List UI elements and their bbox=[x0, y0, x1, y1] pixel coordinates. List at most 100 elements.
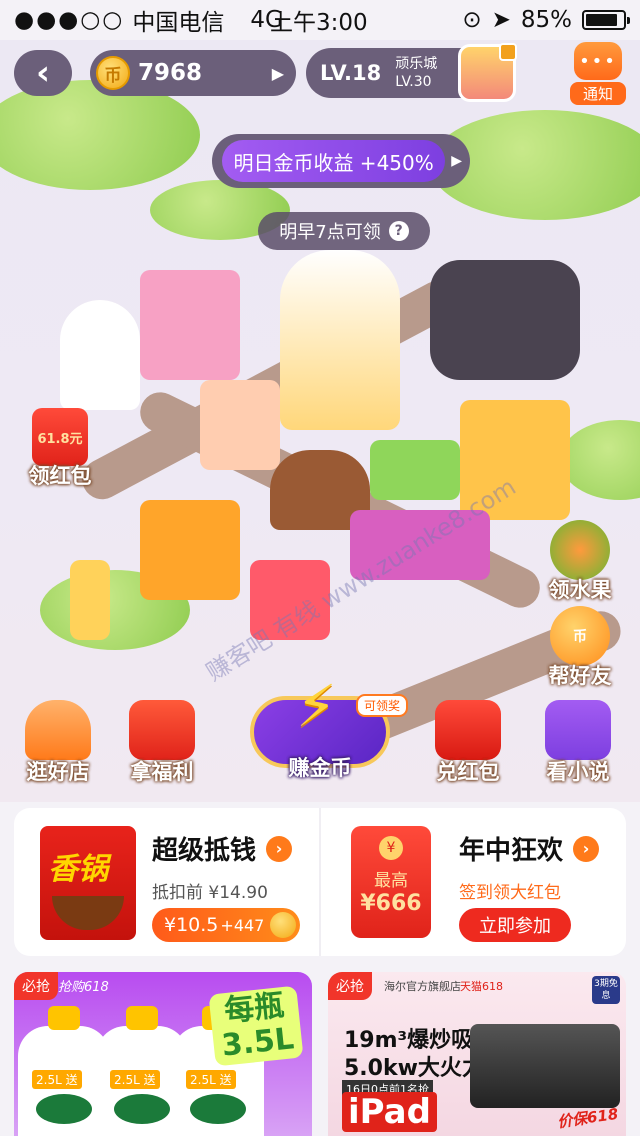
original-price: 抵扣前 ¥14.90 bbox=[152, 883, 268, 903]
fruit-label: 领水果 bbox=[548, 578, 612, 602]
wine-shop[interactable] bbox=[140, 500, 240, 600]
yen-icon: ¥ bbox=[379, 836, 403, 860]
red-packet-button[interactable]: 61.8元 领红包 bbox=[18, 408, 102, 490]
brand-logo bbox=[36, 1094, 92, 1124]
bottle-cap bbox=[126, 1006, 158, 1030]
benefit-label: 拿福利 bbox=[130, 760, 194, 784]
carnival-card[interactable]: ¥ 最高 ¥666 年中狂欢 › 签到领大红包 立即参加 bbox=[319, 808, 626, 956]
battery-icon bbox=[582, 10, 630, 30]
card-title-text: 超级抵钱 bbox=[152, 836, 257, 866]
next-city: 顽乐城 LV.30 bbox=[395, 55, 437, 91]
claim-time-label[interactable]: 明早7点可领 ? bbox=[258, 212, 430, 250]
help-icon[interactable]: ? bbox=[388, 221, 409, 241]
icecream-shop[interactable] bbox=[200, 380, 280, 470]
event-logo: 抢购618 bbox=[58, 980, 109, 995]
volume-badge: 2.5L 送 bbox=[32, 1070, 82, 1089]
feature-line-2: 5.0kw大火力 bbox=[344, 1056, 484, 1081]
clock: 上午3:00 bbox=[270, 10, 368, 36]
card-subtitle: 签到领大红包 bbox=[459, 883, 561, 903]
shop-icon bbox=[25, 700, 91, 760]
current-level: LV.18 bbox=[320, 61, 382, 85]
store-name: 海尔官方旗舰店 bbox=[384, 980, 461, 993]
ipad-label: iPad bbox=[342, 1092, 437, 1132]
event-logo: 天猫618 bbox=[460, 980, 503, 993]
gift-house[interactable] bbox=[250, 560, 330, 640]
deduct-price-button[interactable]: ¥10.5 +447 bbox=[152, 908, 301, 942]
shop-button[interactable]: 逛好店 bbox=[10, 700, 106, 786]
noodle-product-image: 香锅 bbox=[40, 826, 136, 940]
product-banner-haier[interactable]: 必抢 海尔官方旗舰店 天猫618 3期免息 19m³爆炒吸力 5.0kw大火力 … bbox=[328, 972, 626, 1136]
benefit-button[interactable]: 拿福利 bbox=[114, 700, 210, 786]
cactus-castle[interactable] bbox=[140, 270, 240, 380]
lock-icon bbox=[499, 43, 517, 61]
coin-balance: 7968 bbox=[138, 60, 203, 86]
egg-tower[interactable] bbox=[280, 250, 400, 430]
next-city-level: LV.30 bbox=[395, 74, 432, 90]
pack-label-2: ¥666 bbox=[360, 891, 422, 916]
chevron-right-icon[interactable]: › bbox=[573, 835, 600, 862]
volume-badge: 2.5L 送 bbox=[186, 1070, 236, 1089]
deduct-card[interactable]: 香锅 超级抵钱 › 抵扣前 ¥14.90 ¥10.5 +447 bbox=[14, 808, 319, 956]
back-chevron-icon: ‹ bbox=[35, 53, 50, 93]
join-button[interactable]: 立即参加 bbox=[459, 908, 571, 942]
flower-shop[interactable] bbox=[370, 440, 460, 500]
castle-thumbnail[interactable] bbox=[458, 43, 517, 102]
back-button[interactable]: ‹ bbox=[14, 50, 72, 96]
novel-button[interactable]: 看小说 bbox=[530, 700, 626, 786]
carrier-name: 中国电信 bbox=[132, 10, 225, 36]
brand-logo bbox=[114, 1094, 170, 1124]
help-friend-button[interactable]: 币 帮好友 bbox=[538, 606, 622, 690]
battery-fill bbox=[586, 14, 617, 26]
range-hood-image bbox=[470, 1024, 620, 1108]
battery-percent: 85% bbox=[520, 7, 572, 33]
redeem-button[interactable]: 兑红包 bbox=[420, 700, 516, 786]
race-track[interactable] bbox=[430, 260, 580, 380]
windmill[interactable] bbox=[70, 560, 110, 640]
claim-badge[interactable]: 可领奖 bbox=[356, 694, 409, 717]
notification-label: 通知 bbox=[570, 82, 626, 105]
hotdog-shop[interactable] bbox=[460, 400, 570, 520]
book-icon bbox=[545, 700, 611, 760]
brand-logo bbox=[190, 1094, 246, 1124]
fruit-icon bbox=[550, 520, 610, 580]
fruit-button[interactable]: 领水果 bbox=[538, 520, 622, 604]
status-right: ⊙ ➤ 85% bbox=[462, 7, 630, 33]
must-grab-tag: 必抢 bbox=[328, 972, 372, 1000]
volume-badge: 2.5L 送 bbox=[110, 1070, 160, 1089]
grass-patch bbox=[560, 420, 640, 500]
status-bar: ●●●○○ 中国电信 4G 上午3:00 ⊙ ➤ 85% bbox=[0, 0, 640, 40]
red-envelope-icon bbox=[435, 700, 501, 760]
coin-cost: +447 bbox=[220, 915, 265, 935]
play-arrow-icon: ▶ bbox=[271, 63, 284, 83]
shop-label: 逛好店 bbox=[26, 760, 90, 784]
card-title: 年中狂欢 › bbox=[459, 830, 600, 867]
chevron-right-icon[interactable]: › bbox=[266, 835, 293, 862]
signal-strength-icon: ●●●○○ bbox=[14, 7, 125, 33]
level-button[interactable]: LV.18 顽乐城 LV.30 bbox=[306, 43, 517, 102]
bowl-graphic bbox=[52, 896, 124, 930]
card-title: 超级抵钱 › bbox=[152, 830, 293, 867]
red-packet-image: ¥ 最高 ¥666 bbox=[351, 826, 431, 938]
notification-button[interactable]: ••• 通知 bbox=[570, 42, 626, 105]
red-packet-label: 领红包 bbox=[28, 464, 92, 488]
coin-balance-button[interactable]: 币 7968 ▶ bbox=[90, 50, 296, 96]
grass-patch bbox=[0, 80, 200, 190]
gift-icon bbox=[129, 700, 195, 760]
card-title-text: 年中狂欢 bbox=[459, 836, 564, 866]
income-button[interactable]: 明日金币收益 +450% ▶ bbox=[212, 134, 470, 188]
help-friend-label: 帮好友 bbox=[548, 664, 612, 688]
novel-label: 看小说 bbox=[546, 760, 610, 784]
chat-bubble-icon: ••• bbox=[574, 42, 622, 80]
product-banner-detergent[interactable]: 必抢 抢购618 2.5L 送 2.5L 送 2.5L 送 每瓶 3.5L bbox=[14, 972, 312, 1136]
pack-label-1: 最高 bbox=[374, 871, 408, 891]
ghost-building[interactable] bbox=[60, 300, 140, 410]
installment-badge: 3期免息 bbox=[592, 976, 620, 1004]
lightning-icon: ⚡ bbox=[296, 672, 337, 740]
next-city-name: 顽乐城 bbox=[395, 56, 438, 72]
earn-label: 赚金币 bbox=[288, 756, 352, 780]
pink-tent[interactable] bbox=[350, 510, 490, 580]
deduct-price: ¥10.5 bbox=[164, 914, 219, 936]
orientation-lock-icon: ⊙ bbox=[462, 7, 482, 33]
product-brand: 香锅 bbox=[48, 852, 108, 887]
bottle-cap bbox=[48, 1006, 80, 1030]
